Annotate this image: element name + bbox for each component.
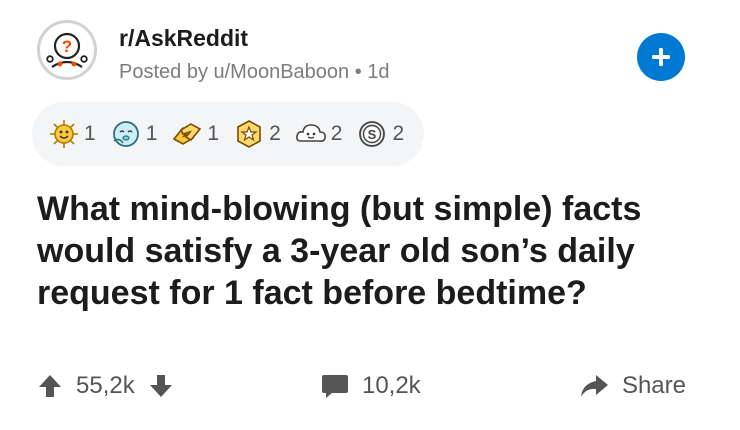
post-age: 1d	[367, 61, 390, 83]
share-button[interactable]: Share	[578, 372, 686, 400]
arrow-down-icon	[149, 375, 172, 397]
subreddit-avatar[interactable]: ?	[37, 20, 97, 80]
fist-bump-award-icon	[171, 118, 203, 150]
comment-count: 10,2k	[361, 372, 421, 399]
arrow-up-icon	[39, 375, 61, 397]
star-award-icon	[233, 118, 265, 150]
award-item[interactable]: S 2	[356, 118, 404, 150]
svg-text:S: S	[368, 127, 377, 142]
reddit-post: ? r/AskReddit Posted by u/MoonBaboon • 1…	[0, 0, 740, 430]
share-label: Share	[621, 372, 686, 399]
subreddit-name[interactable]: r/AskReddit	[119, 24, 390, 52]
join-button[interactable]	[637, 33, 685, 81]
award-item[interactable]: 1	[110, 118, 158, 150]
vote-controls: 55,2k	[36, 372, 175, 400]
award-item[interactable]: 1	[171, 118, 219, 150]
post-meta: r/AskReddit Posted by u/MoonBaboon • 1d	[119, 24, 390, 84]
award-count: 1	[84, 122, 96, 145]
plus-icon	[652, 48, 670, 66]
downvote-button[interactable]	[147, 372, 175, 400]
cloud-face-award-icon	[295, 118, 327, 150]
sun-face-award-icon	[48, 118, 80, 150]
award-count: 2	[330, 122, 343, 145]
blushing-award-icon	[110, 118, 142, 150]
award-count: 1	[207, 122, 220, 145]
award-count: 1	[145, 122, 158, 145]
posted-by-user[interactable]: Posted by u/MoonBaboon	[119, 61, 349, 83]
award-item[interactable]: 1	[48, 118, 96, 150]
award-item[interactable]: 2	[295, 118, 343, 150]
post-title[interactable]: What mind-blowing (but simple) facts wou…	[37, 188, 717, 314]
silver-award-icon: S	[356, 118, 388, 150]
award-count: 2	[392, 122, 405, 145]
comments-button[interactable]: 10,2k	[320, 372, 433, 400]
award-count: 2	[269, 122, 281, 145]
byline-separator: •	[354, 61, 362, 83]
post-byline: Posted by u/MoonBaboon • 1d	[119, 60, 390, 84]
awards-bar[interactable]: 1 1 1 2 2 S 2	[32, 102, 425, 166]
post-actions: 55,2k 10,2k Share	[36, 362, 686, 410]
askreddit-icon: ?	[46, 32, 88, 68]
svg-text:?: ?	[62, 37, 72, 56]
upvote-count: 55,2k	[76, 372, 135, 399]
share-arrow-icon	[578, 372, 610, 400]
award-item[interactable]: 2	[233, 118, 281, 150]
upvote-button[interactable]	[36, 372, 64, 400]
comment-icon	[320, 372, 350, 400]
post-header: ? r/AskReddit Posted by u/MoonBaboon • 1…	[37, 20, 390, 84]
